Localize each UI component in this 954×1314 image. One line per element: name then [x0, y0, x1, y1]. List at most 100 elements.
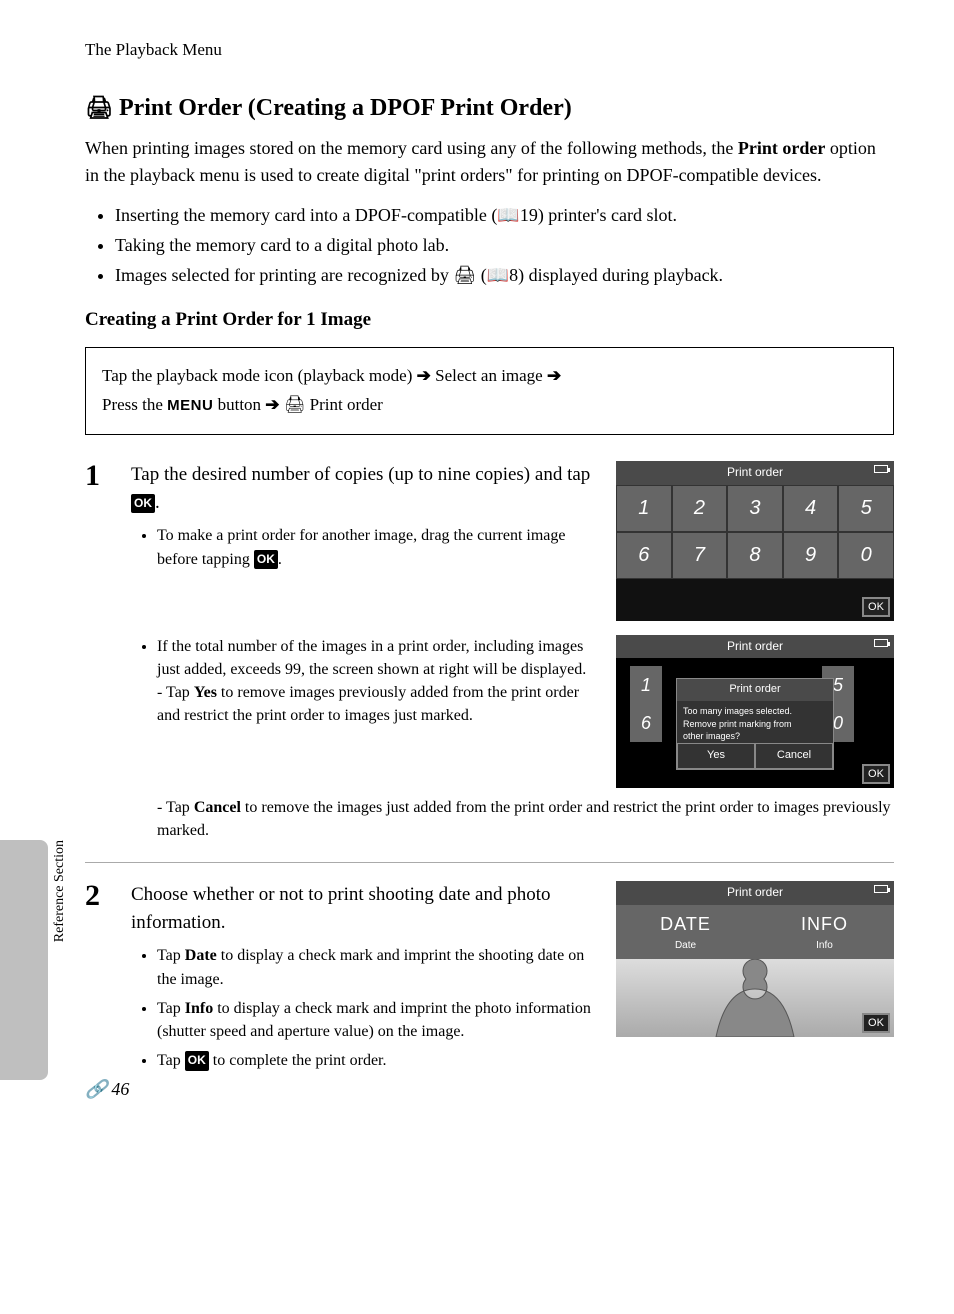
ok-icon: OK — [254, 550, 278, 569]
info-big: INFO — [755, 911, 894, 937]
intro-paragraph: When printing images stored on the memor… — [85, 135, 894, 187]
page-num-text: 46 — [111, 1076, 129, 1102]
info-tab[interactable]: INFO Info — [755, 905, 894, 960]
cancel-button[interactable]: Cancel — [755, 743, 833, 769]
t: to display a check mark and imprint the … — [157, 1000, 591, 1040]
key-3[interactable]: 3 — [727, 485, 783, 532]
navigation-box: Tap the playback mode icon (playback mod… — [85, 347, 894, 435]
t: Tap — [166, 684, 194, 701]
nav-text-4: button — [218, 395, 266, 414]
key-8[interactable]: 8 — [727, 532, 783, 579]
ok-icon: OK — [185, 1051, 209, 1070]
battery-icon — [874, 639, 888, 647]
ok-button[interactable]: OK — [862, 1013, 890, 1033]
key-5[interactable]: 5 — [838, 485, 894, 532]
intro-bold: Print order — [738, 138, 825, 158]
step-1: 1 Tap the desired number of copies (up t… — [85, 461, 894, 848]
dialog: Print order Too many images selected. Re… — [676, 678, 834, 770]
battery-icon — [874, 465, 888, 473]
nav-text-2: Select an image — [435, 366, 547, 385]
dialog-text: Too many images selected. Remove print m… — [677, 701, 833, 747]
screen3-title: Print order — [727, 885, 783, 899]
info-bold: Info — [185, 1000, 213, 1017]
section-header: The Playback Menu — [85, 38, 894, 63]
menu-label: MENU — [167, 397, 213, 414]
page-number: 🔗46 — [85, 1076, 129, 1102]
separator — [85, 862, 894, 863]
step1-head-b: . — [155, 492, 160, 513]
step-number-1: 1 — [85, 461, 111, 848]
intro-text-1: When printing images stored on the memor… — [85, 138, 738, 158]
ok-button[interactable]: OK — [862, 764, 890, 784]
key-9[interactable]: 9 — [783, 532, 839, 579]
bullet-1: Inserting the memory card into a DPOF-co… — [115, 202, 894, 228]
bg-key: 6 — [630, 704, 662, 742]
screen2-title: Print order — [727, 639, 783, 653]
step1-sub2-text: If the total number of the images in a p… — [157, 638, 586, 678]
step-2-head: Choose whether or not to print shooting … — [131, 881, 598, 936]
info-small: Info — [755, 939, 894, 954]
step-2: 2 Choose whether or not to print shootin… — [85, 881, 894, 1092]
link-icon: 🔗 — [85, 1076, 107, 1102]
msg3: other images? — [683, 730, 827, 743]
ok-button[interactable]: OK — [862, 597, 890, 617]
yes-button[interactable]: Yes — [677, 743, 755, 769]
battery-icon — [874, 885, 888, 893]
t: Tap — [157, 947, 185, 964]
yes-bold: Yes — [194, 684, 217, 701]
date-big: DATE — [616, 911, 755, 937]
arrow-icon: ➔ — [417, 366, 431, 385]
date-tab[interactable]: DATE Date — [616, 905, 755, 960]
key-2[interactable]: 2 — [672, 485, 728, 532]
preview-image: OK — [616, 959, 894, 1037]
camera-screen-date-info: Print order DATE Date INFO Info OK — [616, 881, 894, 1037]
keypad: 1 2 3 4 5 6 7 8 9 0 — [616, 485, 894, 579]
step1-cancel: Tap Cancel to remove the images just add… — [157, 796, 894, 842]
key-6[interactable]: 6 — [616, 532, 672, 579]
step1-sub2: If the total number of the images in a p… — [157, 635, 598, 728]
t: to remove the images just added from the… — [157, 799, 891, 839]
msg2: Remove print marking from — [683, 718, 827, 731]
key-7[interactable]: 7 — [672, 532, 728, 579]
intro-bullets: Inserting the memory card into a DPOF-co… — [85, 202, 894, 288]
arrow-icon: ➔ — [547, 366, 561, 385]
t: to remove images previously added from t… — [157, 684, 579, 724]
side-tab — [0, 840, 48, 1080]
print-icon: 🖨 — [85, 92, 113, 124]
t: to complete the print order. — [209, 1052, 387, 1069]
step1-sub1: To make a print order for another image,… — [157, 524, 598, 570]
key-1[interactable]: 1 — [616, 485, 672, 532]
nav-text-5: 🖨 Print order — [284, 395, 383, 414]
arrow-icon: ➔ — [265, 395, 279, 414]
camera-screen-keypad: Print order 1 2 3 4 5 6 7 8 9 0 OK — [616, 461, 894, 620]
step-number-2: 2 — [85, 881, 111, 1092]
step2-b1: Tap Date to display a check mark and imp… — [157, 944, 598, 990]
step-1-head: Tap the desired number of copies (up to … — [131, 461, 598, 516]
nav-text-1: Tap the playback mode icon (playback mod… — [102, 366, 417, 385]
side-label: Reference Section — [50, 840, 70, 942]
ok-icon: OK — [131, 494, 155, 513]
step2-b3: Tap OK to complete the print order. — [157, 1049, 598, 1072]
page-title: 🖨 Print Order (Creating a DPOF Print Ord… — [85, 91, 894, 126]
t: Tap — [157, 1052, 185, 1069]
msg1: Too many images selected. — [683, 705, 827, 718]
step1-yes: Tap Yes to remove images previously adde… — [157, 681, 598, 727]
step-2-body: Choose whether or not to print shooting … — [131, 881, 894, 1092]
bullet-2: Taking the memory card to a digital phot… — [115, 232, 894, 258]
subheading: Creating a Print Order for 1 Image — [85, 306, 894, 334]
key-0[interactable]: 0 — [838, 532, 894, 579]
step2-b2: Tap Info to display a check mark and imp… — [157, 997, 598, 1043]
cancel-bold: Cancel — [194, 799, 241, 816]
title-text: Print Order (Creating a DPOF Print Order… — [119, 91, 572, 126]
t: Tap — [157, 1000, 185, 1017]
t: to display a check mark and imprint the … — [157, 947, 584, 987]
key-4[interactable]: 4 — [783, 485, 839, 532]
step1-head-a: Tap the desired number of copies (up to … — [131, 464, 590, 485]
nav-text-3: Press the — [102, 395, 167, 414]
step1-sub1-text: To make a print order for another image,… — [157, 527, 565, 567]
step-1-body: Tap the desired number of copies (up to … — [131, 461, 894, 848]
screen1-title: Print order — [727, 465, 783, 479]
camera-screen-dialog: Print order 1 5 6 0 Print order Too many… — [616, 635, 894, 788]
date-bold: Date — [185, 947, 217, 964]
dialog-title: Print order — [677, 679, 833, 701]
